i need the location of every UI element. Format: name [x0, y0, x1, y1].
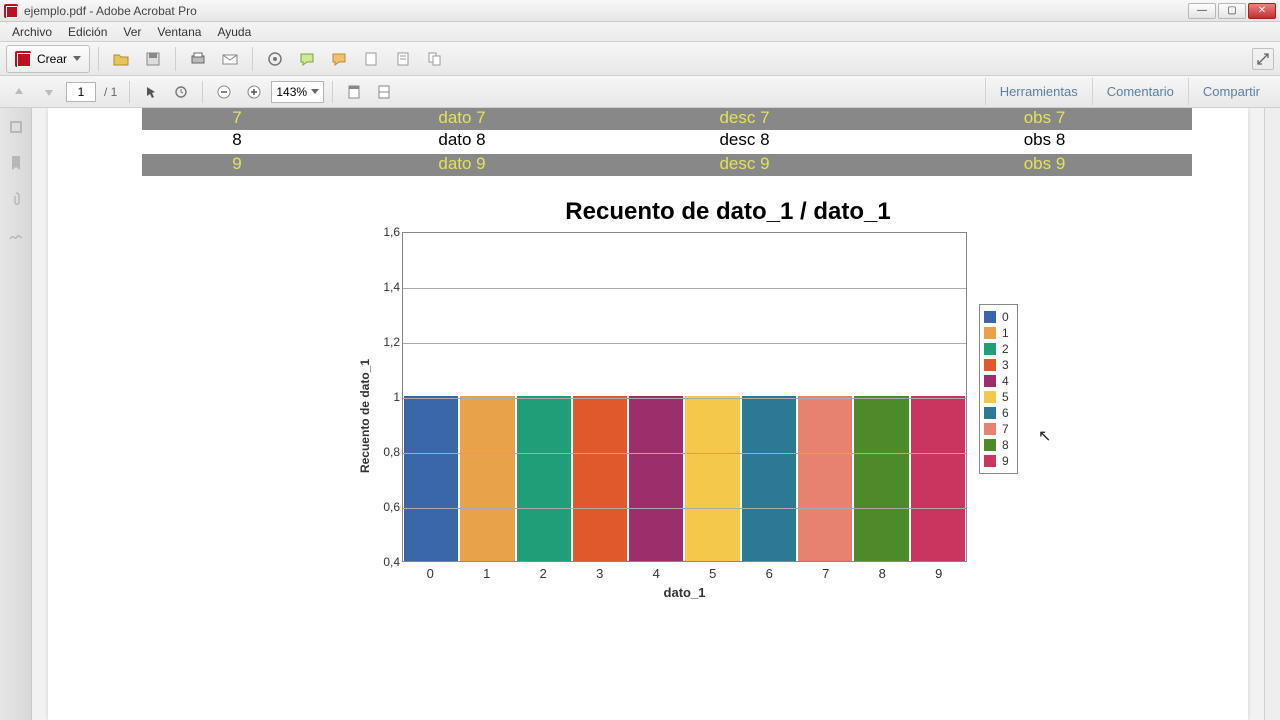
tab-herramientas[interactable]: Herramientas	[985, 78, 1092, 105]
save-button[interactable]	[139, 45, 167, 73]
bar-7	[798, 396, 852, 561]
cell-desc: desc 9	[592, 154, 897, 176]
cell-desc: desc 8	[592, 130, 897, 152]
bar-3	[573, 396, 627, 561]
chart: Recuento de dato_1 / dato_1 Recuento de …	[358, 198, 1098, 600]
cell-dato: dato 7	[332, 108, 592, 130]
comment-button[interactable]	[293, 45, 321, 73]
tool-button-3[interactable]	[389, 45, 417, 73]
thumbnails-icon[interactable]	[5, 116, 27, 138]
nav-toolbar: / 1 143% Herramientas Comentario Compart…	[0, 76, 1280, 108]
tool-button-4[interactable]	[421, 45, 449, 73]
create-label: Crear	[37, 52, 67, 66]
cell-n: 9	[142, 154, 332, 176]
open-button[interactable]	[107, 45, 135, 73]
hand-tool[interactable]	[168, 79, 194, 105]
document-viewport[interactable]: 7 dato 7 desc 7 obs 7 8 dato 8 desc 8 ob…	[32, 108, 1264, 720]
bar-8	[854, 396, 908, 561]
print-button[interactable]	[184, 45, 212, 73]
plot-area	[402, 232, 967, 562]
y-axis-label: Recuento de dato_1	[358, 359, 372, 473]
cell-obs: obs 9	[897, 154, 1192, 176]
maximize-button[interactable]: ▢	[1218, 3, 1246, 19]
zoom-out-button[interactable]	[211, 79, 237, 105]
cell-n: 7	[142, 108, 332, 130]
bar-2	[517, 396, 571, 561]
x-axis-label: dato_1	[402, 585, 967, 600]
zoom-select[interactable]: 143%	[271, 81, 324, 103]
title-bar: ejemplo.pdf - Adobe Acrobat Pro — ▢ ✕	[0, 0, 1280, 22]
tab-comentario[interactable]: Comentario	[1092, 78, 1188, 105]
menu-ventana[interactable]: Ventana	[149, 25, 209, 39]
table-row: 7 dato 7 desc 7 obs 7	[142, 108, 1192, 130]
page-up-button[interactable]	[6, 79, 32, 105]
x-tick-labels: 0123456789	[402, 562, 967, 581]
menu-archivo[interactable]: Archivo	[4, 25, 60, 39]
cell-n: 8	[142, 130, 332, 152]
pdf-icon	[15, 51, 31, 67]
zoom-value: 143%	[276, 85, 307, 99]
bar-6	[742, 396, 796, 561]
chart-legend: 0123456789	[979, 304, 1018, 474]
tab-compartir[interactable]: Compartir	[1188, 78, 1274, 105]
app-icon	[4, 4, 18, 18]
workspace: 7 dato 7 desc 7 obs 7 8 dato 8 desc 8 ob…	[0, 108, 1280, 720]
main-toolbar: Crear	[0, 42, 1280, 76]
tool-button-2[interactable]	[357, 45, 385, 73]
bar-1	[460, 396, 514, 561]
bar-4	[629, 396, 683, 561]
fit-width-button[interactable]	[371, 79, 397, 105]
page-total: / 1	[100, 85, 121, 99]
create-button[interactable]: Crear	[6, 45, 90, 73]
fit-page-button[interactable]	[341, 79, 367, 105]
cell-dato: dato 9	[332, 154, 592, 176]
close-button[interactable]: ✕	[1248, 3, 1276, 19]
attachments-icon[interactable]	[5, 188, 27, 210]
table-row: 8 dato 8 desc 8 obs 8	[142, 130, 1192, 152]
zoom-in-button[interactable]	[241, 79, 267, 105]
page-number-input[interactable]	[66, 82, 96, 102]
bar-5	[685, 396, 739, 561]
bar-0	[404, 396, 458, 561]
cell-obs: obs 8	[897, 130, 1192, 152]
bookmarks-icon[interactable]	[5, 152, 27, 174]
table-row: 9 dato 9 desc 9 obs 9	[142, 154, 1192, 176]
select-tool[interactable]	[138, 79, 164, 105]
page-down-button[interactable]	[36, 79, 62, 105]
y-tick-labels: 0,40,60,811,21,41,6	[374, 232, 402, 562]
cell-obs: obs 7	[897, 108, 1192, 130]
chevron-down-icon	[73, 56, 81, 61]
menu-bar: Archivo Edición Ver Ventana Ayuda	[0, 22, 1280, 42]
window-title: ejemplo.pdf - Adobe Acrobat Pro	[24, 4, 197, 18]
stamp-button[interactable]	[325, 45, 353, 73]
menu-edicion[interactable]: Edición	[60, 25, 115, 39]
cell-dato: dato 8	[332, 130, 592, 152]
pdf-page: 7 dato 7 desc 7 obs 7 8 dato 8 desc 8 ob…	[48, 108, 1248, 720]
signatures-icon[interactable]	[5, 224, 27, 246]
menu-ver[interactable]: Ver	[115, 25, 149, 39]
bar-9	[911, 396, 965, 561]
minimize-button[interactable]: —	[1188, 3, 1216, 19]
expand-toolbar-button[interactable]	[1252, 48, 1274, 70]
tool-button-1[interactable]	[261, 45, 289, 73]
menu-ayuda[interactable]: Ayuda	[209, 25, 259, 39]
mail-button[interactable]	[216, 45, 244, 73]
side-panel	[0, 108, 32, 720]
chart-title: Recuento de dato_1 / dato_1	[358, 198, 1098, 226]
vertical-scrollbar[interactable]	[1264, 108, 1280, 720]
chevron-down-icon	[311, 89, 319, 94]
cell-desc: desc 7	[592, 108, 897, 130]
